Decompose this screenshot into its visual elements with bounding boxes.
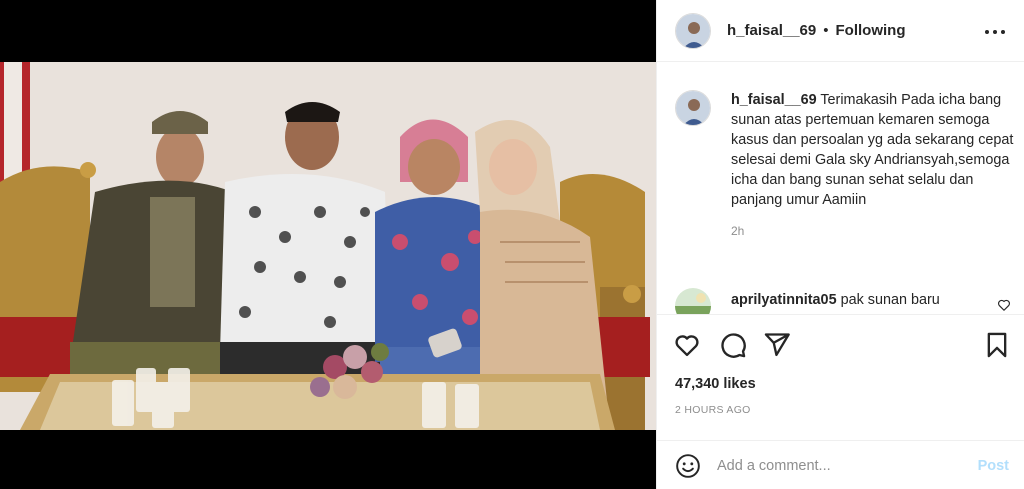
bookmark-icon[interactable] <box>983 331 1011 359</box>
post-username[interactable]: h_faisal__69 <box>727 22 816 39</box>
caption-avatar[interactable] <box>675 90 711 126</box>
caption-time[interactable]: 2h <box>731 224 1021 238</box>
caption-text: h_faisal__69 Terimakasih Pada icha bang … <box>731 90 1021 210</box>
heart-icon <box>998 299 1010 311</box>
comments-section: h_faisal__69 Terimakasih Pada icha bang … <box>657 62 1024 314</box>
following-button[interactable]: Following <box>836 22 906 39</box>
comment-input[interactable] <box>717 451 957 481</box>
avatar-image <box>676 91 710 125</box>
commenter-avatar[interactable] <box>675 288 711 314</box>
post-caption: h_faisal__69 Terimakasih Pada icha bang … <box>675 90 1021 238</box>
user-avatar[interactable] <box>675 12 711 49</box>
post-media <box>0 0 656 489</box>
comment-text: aprilyatinnita05 pak sunan baru <box>731 288 940 314</box>
photo-illustration <box>0 62 656 430</box>
comment-icon[interactable] <box>719 331 747 359</box>
comment-username[interactable]: aprilyatinnita05 <box>731 292 837 308</box>
action-bar <box>657 314 1024 374</box>
add-comment-bar: Post <box>657 440 1024 489</box>
send-icon[interactable] <box>763 331 791 359</box>
caption-username[interactable]: h_faisal__69 <box>731 92 817 108</box>
separator-dot: • <box>823 22 829 39</box>
post-button[interactable]: Post <box>978 458 1009 474</box>
post-header: h_faisal__69 • Following <box>657 0 1024 62</box>
comment-body: pak sunan baru <box>840 292 940 308</box>
avatar-image <box>676 13 710 48</box>
likes-count[interactable]: 47,340 likes <box>675 376 756 392</box>
heart-icon[interactable] <box>673 331 701 359</box>
post-photo[interactable] <box>0 62 656 430</box>
emoji-icon[interactable] <box>675 453 701 479</box>
comment-item: aprilyatinnita05 pak sunan baru <box>675 288 1015 314</box>
more-horizontal-icon[interactable] <box>985 24 1005 40</box>
post-details-panel: h_faisal__69 • Following h_faisal__69 Te… <box>656 0 1024 489</box>
avatar-image <box>675 288 711 314</box>
post-timestamp[interactable]: 2 HOURS AGO <box>675 404 751 416</box>
caption-body: Terimakasih Pada icha bang sunan atas pe… <box>731 92 1014 208</box>
comment-like-icon[interactable] <box>997 298 1011 312</box>
